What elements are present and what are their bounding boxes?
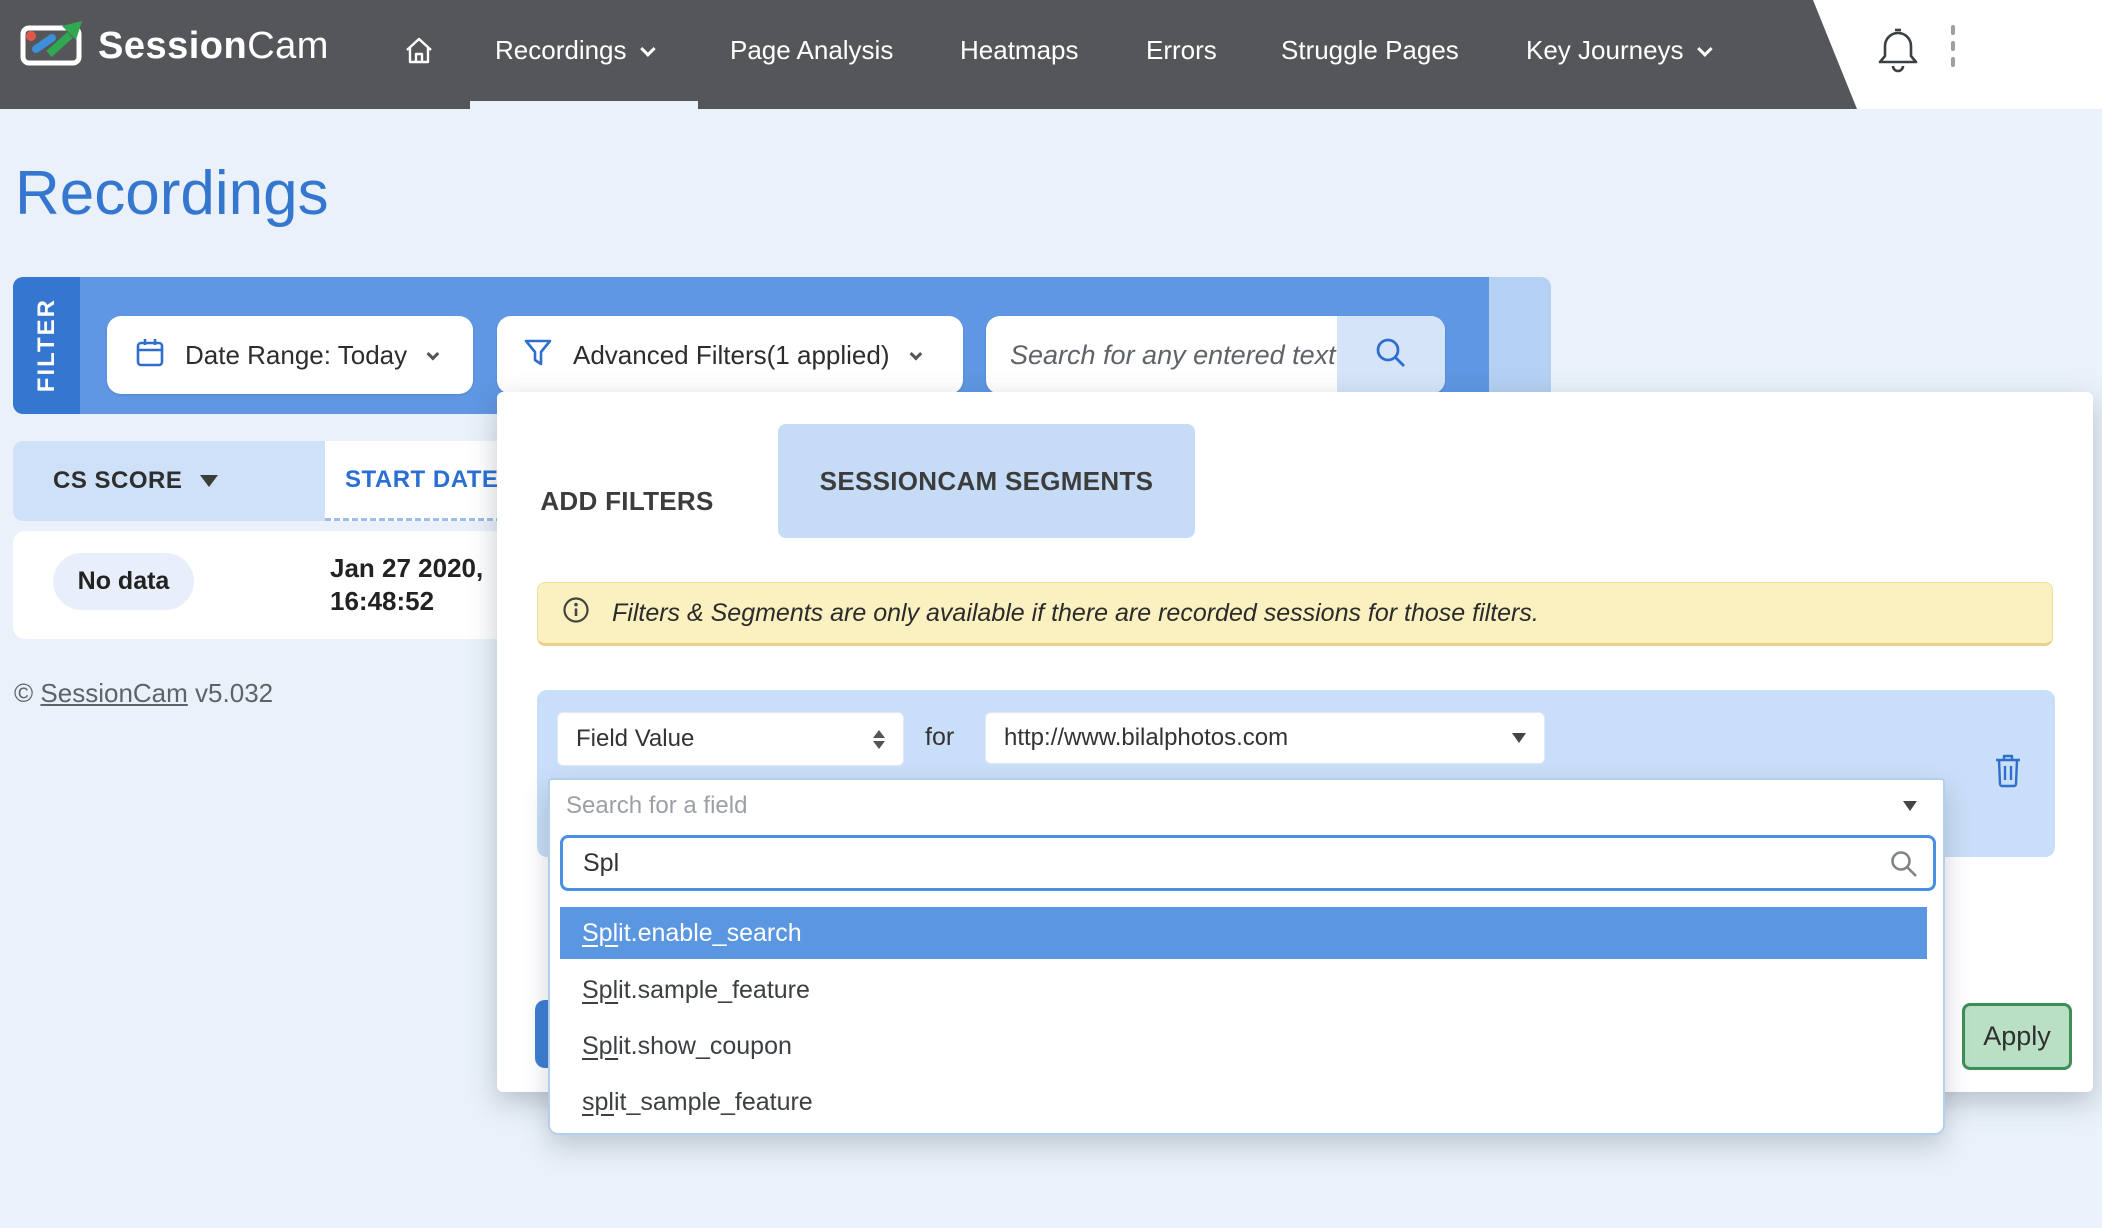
start-date-header-label: START DATE	[345, 466, 498, 494]
info-banner-text: Filters & Segments are only available if…	[612, 599, 1539, 628]
home-icon[interactable]	[403, 0, 435, 101]
overflow-menu-icon[interactable]	[1951, 25, 1955, 67]
nav-item-page-analysis[interactable]: Page Analysis	[730, 0, 893, 101]
search-icon	[1373, 335, 1409, 376]
top-nav: SessionCam Recordings Page Analysis Heat…	[0, 0, 2102, 109]
advanced-filters-button[interactable]: Advanced Filters(1 applied)	[497, 316, 963, 394]
trash-icon	[1992, 753, 2024, 794]
funnel-filter-icon	[523, 337, 553, 374]
tab-sessioncam-segments[interactable]: SESSIONCAM SEGMENTS	[778, 424, 1195, 538]
field-type-value: Field Value	[576, 725, 694, 753]
chevron-down-icon	[1697, 41, 1713, 57]
field-select-display[interactable]: Search for a field	[550, 780, 1943, 832]
active-nav-indicator	[470, 101, 698, 109]
sessioncam-logo[interactable]: SessionCam	[20, 21, 329, 72]
info-icon	[562, 596, 590, 631]
apply-button[interactable]: Apply	[1962, 1003, 2072, 1070]
dropdown-arrow-icon	[1903, 801, 1917, 811]
filter-tab-label: FILTER	[33, 298, 61, 392]
field-search-combo: Search for a field Split.enable_search S…	[548, 778, 1945, 1135]
nav-item-label: Heatmaps	[960, 35, 1079, 66]
page-title: Recordings	[15, 158, 329, 229]
footer-sessioncam-link[interactable]: SessionCam	[40, 678, 187, 708]
column-header-cs-score[interactable]: CS SCORE	[13, 441, 325, 521]
chevron-down-icon	[427, 347, 440, 360]
sessioncam-logo-icon	[20, 21, 84, 72]
nav-item-label: Recordings	[495, 35, 627, 66]
text-search-input[interactable]	[1010, 320, 1350, 390]
field-type-select[interactable]: Field Value	[557, 712, 904, 766]
sort-descending-icon	[200, 475, 218, 487]
cs-score-header-label: CS SCORE	[53, 467, 182, 495]
brand-name: SessionCam	[98, 25, 329, 68]
nav-item-label: Page Analysis	[730, 35, 893, 66]
nav-item-struggle-pages[interactable]: Struggle Pages	[1281, 0, 1459, 101]
nav-item-heatmaps[interactable]: Heatmaps	[960, 0, 1079, 101]
filter-side-tab[interactable]: FILTER	[13, 277, 80, 414]
for-label: for	[925, 723, 954, 752]
nav-item-label: Struggle Pages	[1281, 35, 1459, 66]
cs-score-badge: No data	[53, 553, 194, 610]
notifications-bell-icon[interactable]	[1876, 26, 1920, 83]
footer-version: v5.032	[195, 678, 273, 708]
field-option-split-sample-feature[interactable]: Split.sample_feature	[560, 964, 1927, 1016]
text-search-box	[986, 316, 1445, 394]
nav-item-key-journeys[interactable]: Key Journeys	[1526, 0, 1709, 101]
start-date-cell: Jan 27 2020, 16:48:52	[330, 552, 483, 618]
date-range-button[interactable]: Date Range: Today	[107, 316, 473, 394]
search-icon	[1889, 849, 1919, 884]
nav-item-recordings[interactable]: Recordings	[495, 0, 652, 101]
site-select[interactable]: http://www.bilalphotos.com	[985, 712, 1545, 764]
field-option-split-sample-feature-underscore[interactable]: split_sample_feature	[560, 1076, 1927, 1128]
field-select-placeholder: Search for a field	[566, 792, 747, 820]
copyright-symbol: ©	[14, 678, 33, 708]
field-option-split-enable-search[interactable]: Split.enable_search	[560, 907, 1927, 959]
chevron-down-icon	[909, 347, 922, 360]
nav-item-label: Key Journeys	[1526, 35, 1684, 66]
chevron-down-icon	[640, 41, 656, 57]
calendar-icon	[135, 337, 165, 374]
advanced-filters-label: Advanced Filters(1 applied)	[573, 340, 890, 371]
sessioncam-app: SessionCam Recordings Page Analysis Heat…	[0, 0, 2102, 1228]
info-banner: Filters & Segments are only available if…	[537, 582, 2053, 646]
nav-corner-cutout	[1808, 0, 2102, 109]
field-option-split-show-coupon[interactable]: Split.show_coupon	[560, 1020, 1927, 1072]
nav-item-label: Errors	[1146, 35, 1217, 66]
delete-filter-button[interactable]	[1985, 750, 2031, 796]
site-select-value: http://www.bilalphotos.com	[1004, 724, 1288, 752]
select-spinner-icon	[873, 730, 885, 749]
tab-add-filters[interactable]: ADD FILTERS	[537, 456, 717, 546]
footer: © SessionCam v5.032	[14, 678, 273, 709]
dropdown-arrow-icon	[1512, 733, 1526, 743]
date-range-label: Date Range: Today	[185, 340, 407, 371]
search-button[interactable]	[1337, 316, 1445, 394]
field-query-box	[560, 835, 1936, 891]
field-query-input[interactable]	[563, 838, 1853, 888]
nav-item-errors[interactable]: Errors	[1146, 0, 1217, 101]
